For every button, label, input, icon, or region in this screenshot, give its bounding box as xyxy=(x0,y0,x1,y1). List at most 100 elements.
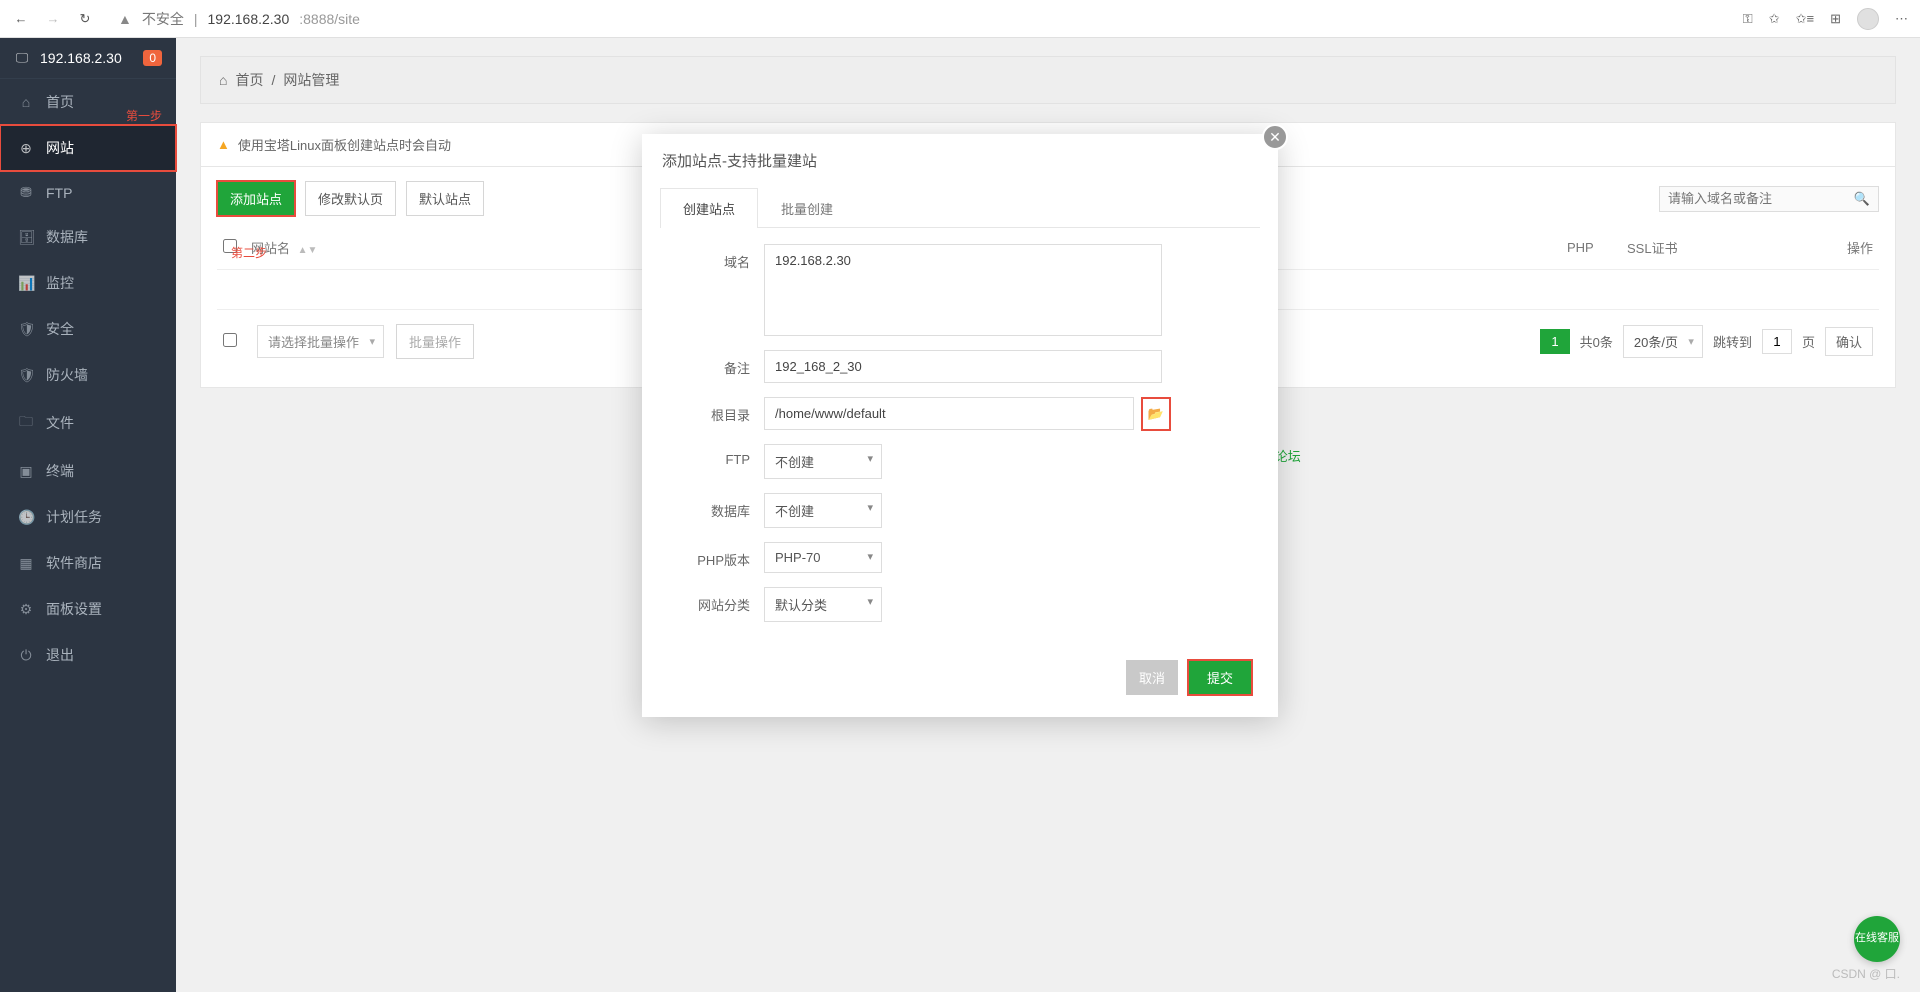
apps-icon: ▦ xyxy=(18,555,34,572)
nav-settings[interactable]: ⚙面板设置 xyxy=(0,586,176,632)
domain-input[interactable]: 192.168.2.30 xyxy=(764,244,1162,336)
col-op: 操作 xyxy=(1827,238,1873,257)
close-icon[interactable]: ✕ xyxy=(1262,124,1288,150)
label-php: PHP版本 xyxy=(678,542,764,569)
pager-total: 共0条 xyxy=(1580,332,1613,351)
folder-icon: 🗀 xyxy=(18,411,34,435)
url-path: :8888/site xyxy=(299,11,360,27)
php-select[interactable]: PHP-70 xyxy=(764,542,882,573)
search-input[interactable] xyxy=(1668,191,1854,206)
sidebar: 🖵 192.168.2.30 0 ⌂首页 第一步 ⊕网站 ⛃FTP 🗄数据库 📊… xyxy=(0,38,176,992)
step2-label: 第二步 xyxy=(231,244,267,261)
crumb-current: 网站管理 xyxy=(283,70,339,90)
globe-icon: ⊕ xyxy=(18,140,34,157)
forward-icon[interactable]: → xyxy=(44,10,62,28)
key-icon[interactable]: ⚿ xyxy=(1743,11,1753,27)
jump-label: 跳转到 xyxy=(1713,332,1752,351)
tab-create[interactable]: 创建站点 xyxy=(660,188,758,228)
sort-icon[interactable]: ▲▼ xyxy=(298,245,318,256)
tab-batch[interactable]: 批量创建 xyxy=(758,188,856,228)
terminal-icon: ▣ xyxy=(18,463,34,480)
nav-appstore[interactable]: ▦软件商店 xyxy=(0,540,176,586)
add-site-button[interactable]: 添加站点 xyxy=(217,181,295,216)
search-box[interactable]: 🔍 xyxy=(1659,186,1879,212)
shield-icon: 🛡 xyxy=(18,321,34,338)
firewall-icon: 🛡 xyxy=(18,367,34,384)
warning-icon: ▲ xyxy=(217,137,230,152)
submit-button[interactable]: 提交 xyxy=(1188,660,1252,695)
database-icon: 🗄 xyxy=(18,229,34,246)
info-text: 使用宝塔Linux面板创建站点时会自动 xyxy=(238,135,451,154)
label-ftp: FTP xyxy=(678,444,764,467)
pager: 1 共0条 20条/页 跳转到 页 确认 xyxy=(1540,325,1873,358)
breadcrumb: ⌂ 首页 / 网站管理 xyxy=(200,56,1896,104)
reload-icon[interactable]: ↻ xyxy=(76,10,94,28)
nav-monitor[interactable]: 📊监控 xyxy=(0,260,176,306)
browser-toolbar: ← → ↻ ▲ 不安全 | 192.168.2.30:8888/site ⚿ ✩… xyxy=(0,0,1920,38)
step1-label: 第一步 xyxy=(126,107,162,124)
bulk-select[interactable]: 请选择批量操作 xyxy=(257,325,384,358)
crumb-home[interactable]: 首页 xyxy=(235,70,263,90)
nav-home[interactable]: ⌂首页 第一步 xyxy=(0,79,176,125)
nav-cron[interactable]: 🕒计划任务 xyxy=(0,494,176,540)
logout-icon: ⏻ xyxy=(18,647,34,664)
ftp-select[interactable]: 不创建 xyxy=(764,444,882,479)
browser-actions: ⚿ ✩ ✩≡ ⊞ ⋯ xyxy=(1743,8,1908,30)
home-icon: ⌂ xyxy=(18,94,34,110)
category-select[interactable]: 默认分类 xyxy=(764,587,882,622)
insecure-label: 不安全 xyxy=(142,9,184,29)
nav-logout[interactable]: ⏻退出 xyxy=(0,632,176,678)
notif-badge[interactable]: 0 xyxy=(143,50,162,66)
add-site-modal: ✕ 添加站点-支持批量建站 创建站点 批量创建 域名 192.168.2.30 … xyxy=(642,134,1278,717)
remark-input[interactable] xyxy=(764,350,1162,383)
folder-icon: 📂 xyxy=(1148,406,1164,422)
clock-icon: 🕒 xyxy=(18,509,34,526)
label-db: 数据库 xyxy=(678,493,764,520)
back-icon[interactable]: ← xyxy=(12,10,30,28)
label-root: 根目录 xyxy=(678,397,764,424)
browse-folder-button[interactable]: 📂 xyxy=(1142,398,1170,430)
cancel-button[interactable]: 取消 xyxy=(1126,660,1178,695)
ftp-icon: ⛃ xyxy=(18,184,34,201)
nav-security[interactable]: 🛡安全 xyxy=(0,306,176,352)
favorites-bar-icon[interactable]: ✩≡ xyxy=(1796,11,1814,27)
label-domain: 域名 xyxy=(678,244,764,271)
page-1[interactable]: 1 xyxy=(1540,329,1569,354)
default-site-button[interactable]: 默认站点 xyxy=(406,181,484,216)
root-input[interactable] xyxy=(764,397,1134,430)
server-ip: 192.168.2.30 xyxy=(40,50,133,66)
per-page-select[interactable]: 20条/页 xyxy=(1623,325,1703,358)
watermark: CSDN @ 口. xyxy=(1832,965,1900,982)
insecure-icon: ▲ xyxy=(118,11,132,27)
home-icon: ⌂ xyxy=(219,72,227,88)
edit-default-button[interactable]: 修改默认页 xyxy=(305,181,396,216)
modal-title: 添加站点-支持批量建站 xyxy=(642,134,1278,181)
page-label: 页 xyxy=(1802,332,1815,351)
nav-database[interactable]: 🗄数据库 xyxy=(0,214,176,260)
nav-files[interactable]: 🗀文件 xyxy=(0,398,176,448)
nav-terminal[interactable]: ▣终端 xyxy=(0,448,176,494)
sidebar-header: 🖵 192.168.2.30 0 xyxy=(0,38,176,79)
search-icon[interactable]: 🔍 xyxy=(1854,191,1870,207)
col-ssl: SSL证书 xyxy=(1627,238,1827,257)
url-host: 192.168.2.30 xyxy=(208,11,290,27)
bulk-action-button[interactable]: 批量操作 xyxy=(396,324,474,359)
more-icon[interactable]: ⋯ xyxy=(1895,11,1908,27)
monitor-icon: 🖵 xyxy=(14,50,30,66)
collections-icon[interactable]: ⊞ xyxy=(1830,11,1841,27)
jump-confirm-button[interactable]: 确认 xyxy=(1825,327,1873,356)
db-select[interactable]: 不创建 xyxy=(764,493,882,528)
label-cat: 网站分类 xyxy=(678,587,764,614)
nav-firewall[interactable]: 🛡防火墙 xyxy=(0,352,176,398)
jump-input[interactable] xyxy=(1762,329,1792,354)
support-fab[interactable]: 在线客服 xyxy=(1854,916,1900,962)
favorite-icon[interactable]: ✩ xyxy=(1769,11,1780,27)
address-bar[interactable]: ▲ 不安全 | 192.168.2.30:8888/site xyxy=(118,9,1729,29)
gear-icon: ⚙ xyxy=(18,601,34,618)
col-php: PHP xyxy=(1567,240,1627,255)
profile-icon[interactable] xyxy=(1857,8,1879,30)
bulk-checkbox[interactable] xyxy=(223,333,237,347)
nav-ftp[interactable]: ⛃FTP xyxy=(0,171,176,214)
nav-website[interactable]: ⊕网站 xyxy=(0,125,176,171)
chart-icon: 📊 xyxy=(18,275,34,292)
